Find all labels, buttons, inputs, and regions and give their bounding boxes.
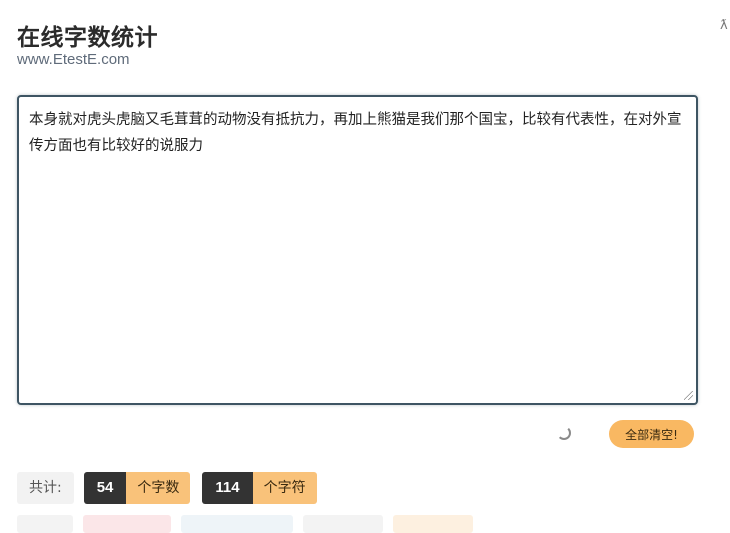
editor-text: 本身就对虎头虎脑又毛茸茸的动物没有抵抗力，再加上熊猫是我们那个国宝，比较有代表性… (29, 112, 682, 154)
detail-chip (393, 515, 473, 533)
detail-chips-row (17, 515, 473, 533)
total-label: 共计: (17, 472, 74, 504)
text-input-area[interactable]: 本身就对虎头虎脑又毛茸茸的动物没有抵抗力，再加上熊猫是我们那个国宝，比较有代表性… (17, 95, 698, 405)
resize-handle-icon[interactable] (684, 391, 693, 400)
page-title: 在线字数统计 (17, 25, 158, 51)
detail-chip (17, 515, 73, 533)
char-count-unit: 个字数 (126, 472, 191, 504)
site-url[interactable]: www.EtestE.com (17, 51, 130, 68)
detail-chip (181, 515, 293, 533)
loading-spinner-icon (557, 426, 571, 440)
corner-icon: ƛ (720, 18, 728, 33)
char-count-value: 54 (83, 472, 127, 504)
symbol-count-group: 114 个字符 (202, 472, 317, 504)
detail-chip (303, 515, 383, 533)
detail-chip (83, 515, 171, 533)
symbol-count-value: 114 (202, 472, 253, 504)
clear-all-button[interactable]: 全部清空! (609, 420, 694, 448)
stats-bar: 共计: 54 个字数 114 个字符 (17, 472, 329, 504)
symbol-count-unit: 个字符 (252, 472, 317, 504)
char-count-group: 54 个字数 (83, 472, 191, 504)
